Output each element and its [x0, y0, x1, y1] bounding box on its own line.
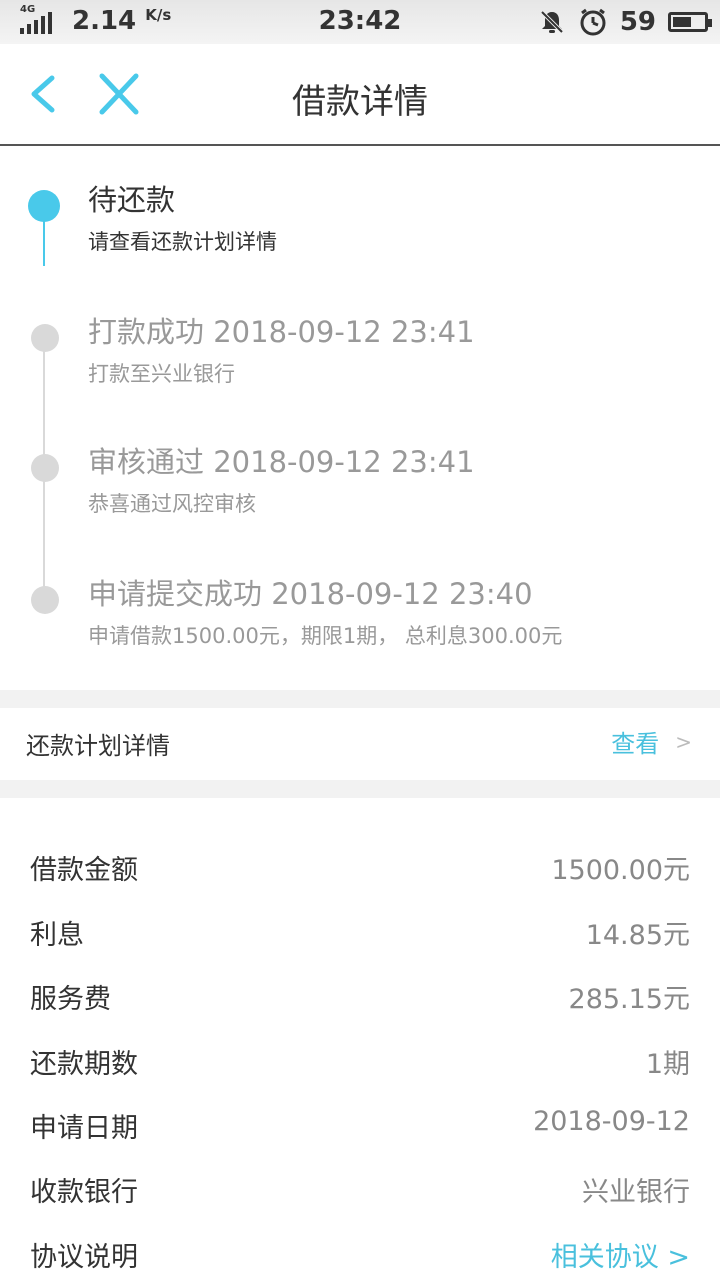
section-divider [0, 690, 720, 708]
detail-value: 14.85元 [585, 920, 690, 951]
related-agreement-link[interactable]: 相关协议 > [551, 1235, 690, 1274]
detail-value: 2018-09-12 [533, 1106, 690, 1137]
loan-status-timeline: 待还款 请查看还款计划详情 打款成功 2018-09-12 23:41 打款至兴… [0, 146, 720, 690]
page-title: 借款详情 [292, 82, 428, 122]
detail-value: 285.15元 [568, 984, 690, 1015]
alarm-icon [580, 8, 606, 36]
timeline-step-pending-repayment: 待还款 请查看还款计划详情 [88, 182, 708, 256]
detail-row-application-date: 申请日期 2018-09-12 [0, 1092, 720, 1156]
detail-value: 1500.00元 [551, 855, 690, 886]
detail-row-agreement: 协议说明 相关协议 > [0, 1221, 720, 1285]
timeline-dot-active [28, 190, 60, 222]
timeline-dot [31, 586, 59, 614]
detail-value: 1期 [645, 1049, 690, 1080]
detail-label: 服务费 [30, 984, 111, 1015]
battery-fill [673, 17, 691, 27]
timeline-step-review-passed: 审核通过 2018-09-12 23:41 恭喜通过风控审核 [88, 444, 708, 518]
detail-row-service-fee: 服务费 285.15元 [0, 963, 720, 1027]
detail-row-installments: 还款期数 1期 [0, 1028, 720, 1092]
detail-row-receiving-bank: 收款银行 兴业银行 [0, 1156, 720, 1220]
status-icons: 59 [538, 6, 712, 38]
repayment-plan-label: 还款计划详情 [26, 732, 170, 760]
section-divider [0, 780, 720, 798]
detail-value: 兴业银行 [582, 1177, 690, 1208]
timeline-step-title: 审核通过 2018-09-12 23:41 [88, 445, 475, 479]
detail-label: 还款期数 [30, 1049, 138, 1080]
detail-label: 利息 [30, 920, 84, 951]
timeline-step-application-submitted: 申请提交成功 2018-09-12 23:40 申请借款1500.00元，期限1… [88, 576, 708, 650]
detail-row-loan-amount: 借款金额 1500.00元 [0, 834, 720, 898]
chevron-right-icon: > [675, 729, 692, 754]
timeline-step-desc: 申请借款1500.00元，期限1期， 总利息300.00元 [88, 624, 563, 648]
detail-row-interest: 利息 14.85元 [0, 899, 720, 963]
timeline-step-desc: 请查看还款计划详情 [88, 230, 277, 254]
detail-label: 收款银行 [30, 1177, 138, 1208]
detail-label: 申请日期 [30, 1113, 138, 1144]
loan-details-list: 借款金额 1500.00元 利息 14.85元 服务费 285.15元 还款期数… [0, 798, 720, 1280]
status-bar: 4G 2.14 K/s 23:42 59 [0, 0, 720, 44]
timeline-step-title: 申请提交成功 2018-09-12 23:40 [88, 577, 533, 611]
timeline-step-payout-success: 打款成功 2018-09-12 23:41 打款至兴业银行 [88, 314, 708, 388]
timeline-step-title: 待还款 [88, 183, 176, 217]
timeline-dot [31, 454, 59, 482]
detail-label: 协议说明 [30, 1242, 138, 1273]
detail-label: 借款金额 [30, 855, 138, 886]
mute-icon [540, 10, 564, 34]
top-nav-bar: 借款详情 [0, 44, 720, 146]
battery-level: 59 [619, 7, 656, 37]
timeline-dot [31, 324, 59, 352]
timeline-step-desc: 打款至兴业银行 [88, 362, 235, 386]
repayment-plan-row[interactable]: 还款计划详情 查看 > [0, 708, 720, 780]
view-repayment-plan-link[interactable]: 查看 > [611, 724, 692, 759]
timeline-step-desc: 恭喜通过风控审核 [88, 492, 256, 516]
timeline-step-title: 打款成功 2018-09-12 23:41 [88, 315, 475, 349]
view-link-label: 查看 [611, 730, 660, 758]
battery-icon [668, 12, 712, 32]
